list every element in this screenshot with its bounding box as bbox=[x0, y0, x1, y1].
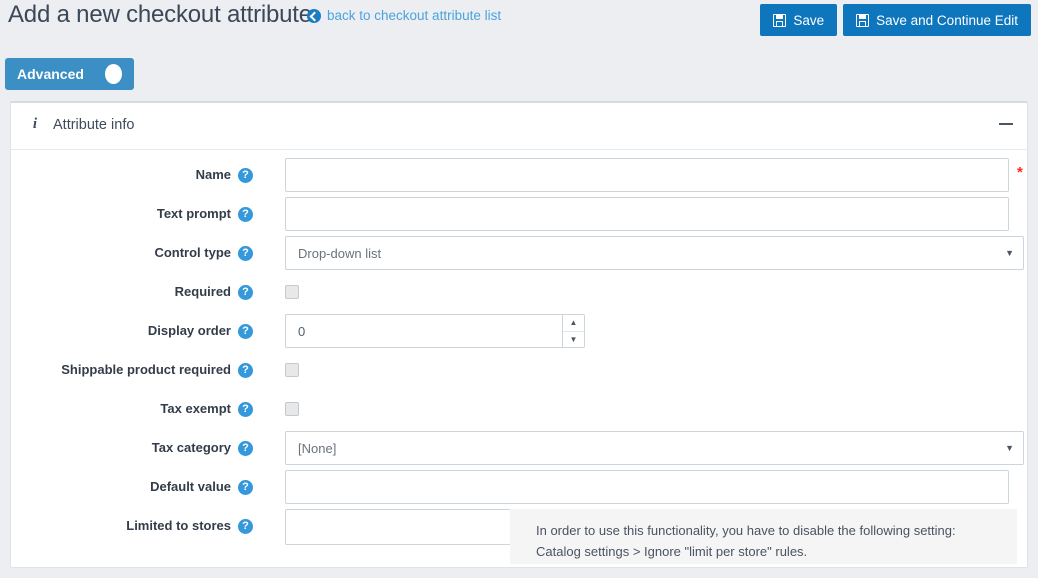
hint-line-2: Catalog settings > Ignore "limit per sto… bbox=[536, 541, 1001, 562]
form-row-name: Name ? * bbox=[11, 158, 1027, 197]
required-checkbox[interactable] bbox=[285, 285, 299, 299]
control-type-selected-value: Drop-down list bbox=[298, 246, 381, 261]
label-required-text: Required bbox=[175, 275, 231, 309]
control-limited-to-stores bbox=[285, 509, 512, 545]
form-row-display-order: Display order ? ▲ ▼ bbox=[11, 314, 1027, 353]
stepper-up-icon[interactable]: ▲ bbox=[563, 315, 584, 332]
header-actions: Save Save and Continue Edit bbox=[760, 4, 1031, 36]
help-icon[interactable]: ? bbox=[238, 285, 253, 300]
label-shippable-product-required: Shippable product required ? bbox=[11, 353, 253, 387]
control-control-type: Drop-down list ▼ bbox=[285, 236, 1024, 270]
save-button[interactable]: Save bbox=[760, 4, 837, 36]
help-icon[interactable]: ? bbox=[238, 519, 253, 534]
advanced-toggle-label: Advanced bbox=[17, 66, 84, 82]
page-header: Add a new checkout attribute back to che… bbox=[0, 0, 1038, 40]
limited-to-stores-hint: In order to use this functionality, you … bbox=[510, 509, 1017, 564]
form-row-text-prompt: Text prompt ? bbox=[11, 197, 1027, 236]
toggle-knob-icon bbox=[105, 64, 122, 84]
help-icon[interactable]: ? bbox=[238, 480, 253, 495]
page-root: Add a new checkout attribute back to che… bbox=[0, 0, 1038, 578]
tax-category-select[interactable]: [None] ▼ bbox=[285, 431, 1024, 465]
control-default-value bbox=[285, 470, 1009, 504]
help-icon[interactable]: ? bbox=[238, 207, 253, 222]
form-row-shippable-product-required: Shippable product required ? bbox=[11, 353, 1027, 392]
advanced-mode-toggle[interactable]: Advanced bbox=[5, 58, 134, 90]
label-text-prompt-text: Text prompt bbox=[157, 197, 231, 231]
name-input[interactable] bbox=[285, 158, 1009, 192]
label-limited-to-stores: Limited to stores ? bbox=[11, 509, 253, 543]
label-tax-exempt: Tax exempt ? bbox=[11, 392, 253, 426]
label-shippable-product-required-text: Shippable product required bbox=[61, 353, 231, 387]
label-display-order: Display order ? bbox=[11, 314, 253, 348]
limited-to-stores-multiselect[interactable] bbox=[285, 509, 512, 545]
shippable-product-required-checkbox[interactable] bbox=[285, 363, 299, 377]
display-order-stepper: ▲ ▼ bbox=[285, 314, 585, 348]
chevron-down-icon: ▼ bbox=[1005, 248, 1014, 258]
floppy-disk-icon bbox=[856, 14, 869, 27]
help-icon[interactable]: ? bbox=[238, 168, 253, 183]
help-icon[interactable]: ? bbox=[238, 324, 253, 339]
label-display-order-text: Display order bbox=[148, 314, 231, 348]
default-value-input[interactable] bbox=[285, 470, 1009, 504]
control-text-prompt bbox=[285, 197, 1009, 231]
minus-icon[interactable] bbox=[999, 117, 1013, 131]
control-name bbox=[285, 158, 1009, 192]
save-and-continue-edit-button[interactable]: Save and Continue Edit bbox=[843, 4, 1031, 36]
control-tax-exempt bbox=[285, 392, 299, 416]
floppy-disk-icon bbox=[773, 14, 786, 27]
required-asterisk: * bbox=[1017, 166, 1023, 180]
tax-exempt-checkbox[interactable] bbox=[285, 402, 299, 416]
text-prompt-input[interactable] bbox=[285, 197, 1009, 231]
label-text-prompt: Text prompt ? bbox=[11, 197, 253, 231]
save-and-continue-edit-button-label: Save and Continue Edit bbox=[876, 13, 1018, 28]
back-arrow-icon bbox=[307, 9, 321, 23]
label-name-text: Name bbox=[196, 158, 231, 192]
form-row-tax-exempt: Tax exempt ? bbox=[11, 392, 1027, 431]
help-icon[interactable]: ? bbox=[238, 363, 253, 378]
stepper-down-icon[interactable]: ▼ bbox=[563, 332, 584, 348]
help-icon[interactable]: ? bbox=[238, 441, 253, 456]
control-type-select[interactable]: Drop-down list ▼ bbox=[285, 236, 1024, 270]
panel-header[interactable]: i Attribute info bbox=[11, 103, 1027, 150]
chevron-down-icon: ▼ bbox=[1005, 443, 1014, 453]
form-row-control-type: Control type ? Drop-down list ▼ bbox=[11, 236, 1027, 275]
hint-line-1: In order to use this functionality, you … bbox=[536, 520, 1001, 541]
form-row-tax-category: Tax category ? [None] ▼ bbox=[11, 431, 1027, 470]
attribute-info-panel: i Attribute info Name ? * Text prompt bbox=[10, 101, 1028, 568]
label-control-type-text: Control type bbox=[154, 236, 231, 270]
help-icon[interactable]: ? bbox=[238, 402, 253, 417]
label-default-value: Default value ? bbox=[11, 470, 253, 504]
save-button-label: Save bbox=[793, 13, 824, 28]
panel-title: Attribute info bbox=[53, 117, 134, 133]
form-row-limited-to-stores: Limited to stores ? In order to use this… bbox=[11, 509, 1027, 548]
label-required: Required ? bbox=[11, 275, 253, 309]
label-tax-category: Tax category ? bbox=[11, 431, 253, 465]
label-limited-to-stores-text: Limited to stores bbox=[126, 509, 231, 543]
display-order-input[interactable] bbox=[285, 314, 585, 348]
help-icon[interactable]: ? bbox=[238, 246, 253, 261]
attribute-form: Name ? * Text prompt ? bbox=[11, 150, 1027, 548]
control-display-order: ▲ ▼ bbox=[285, 314, 585, 348]
form-row-required: Required ? bbox=[11, 275, 1027, 314]
form-row-default-value: Default value ? bbox=[11, 470, 1027, 509]
back-to-list-link[interactable]: back to checkout attribute list bbox=[307, 8, 501, 23]
info-icon: i bbox=[27, 116, 43, 133]
control-required bbox=[285, 275, 299, 299]
stepper-buttons: ▲ ▼ bbox=[562, 315, 584, 347]
label-tax-category-text: Tax category bbox=[152, 431, 231, 465]
label-tax-exempt-text: Tax exempt bbox=[160, 392, 231, 426]
control-tax-category: [None] ▼ bbox=[285, 431, 1024, 465]
control-shippable-product-required bbox=[285, 353, 299, 377]
tax-category-selected-value: [None] bbox=[298, 441, 336, 456]
label-control-type: Control type ? bbox=[11, 236, 253, 270]
page-title: Add a new checkout attribute bbox=[8, 0, 312, 30]
back-link-label: back to checkout attribute list bbox=[327, 8, 501, 23]
label-default-value-text: Default value bbox=[150, 470, 231, 504]
label-name: Name ? bbox=[11, 158, 253, 192]
